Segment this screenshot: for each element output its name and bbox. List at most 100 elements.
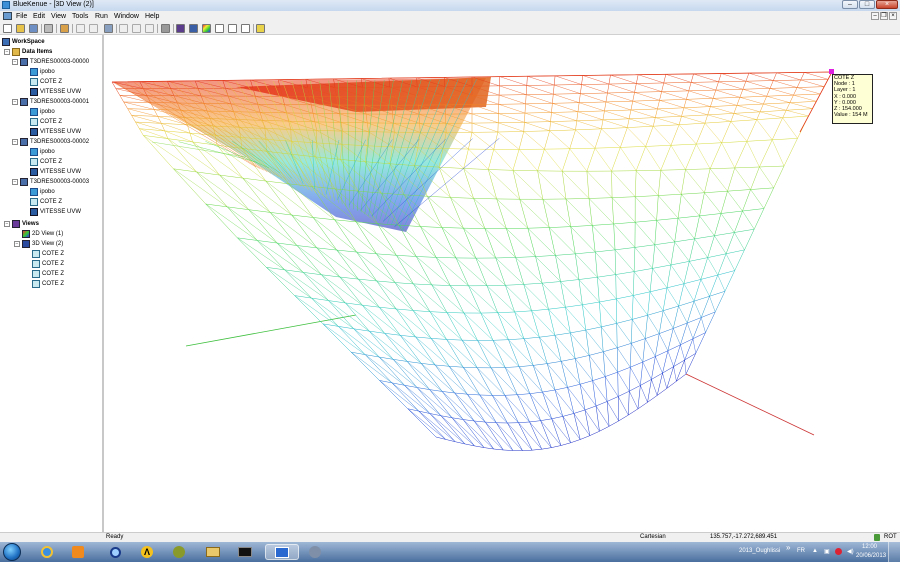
mesh-edge bbox=[533, 365, 542, 392]
show-desktop-button[interactable] bbox=[888, 542, 900, 562]
view-layer[interactable]: COTE Z bbox=[32, 249, 64, 258]
save-icon[interactable] bbox=[29, 24, 38, 33]
minimize-button[interactable]: – bbox=[842, 0, 858, 9]
data-item[interactable]: COTE Z bbox=[30, 77, 62, 86]
mesh-canvas[interactable] bbox=[106, 37, 900, 532]
view-2d-icon[interactable] bbox=[176, 24, 185, 33]
mesh-edge bbox=[494, 132, 498, 149]
document-icon[interactable] bbox=[3, 12, 12, 20]
mdi-close-button[interactable]: × bbox=[889, 12, 897, 20]
edit-tool-icon[interactable] bbox=[89, 24, 98, 33]
start-button[interactable] bbox=[3, 543, 21, 561]
help-icon[interactable] bbox=[256, 24, 265, 33]
polygon-select-icon[interactable] bbox=[145, 24, 154, 33]
data-item[interactable]: ipobo bbox=[30, 107, 55, 116]
print-icon[interactable] bbox=[44, 24, 53, 33]
taskbar-ie-button[interactable] bbox=[33, 544, 61, 560]
taskbar-explorer-button[interactable] bbox=[199, 544, 227, 560]
profile-view-icon[interactable] bbox=[228, 24, 237, 33]
collapse-icon[interactable]: − bbox=[12, 179, 18, 185]
view-3d-icon[interactable] bbox=[189, 24, 198, 33]
collapse-icon[interactable]: − bbox=[12, 99, 18, 105]
collapse-icon[interactable]: − bbox=[4, 221, 10, 227]
import-icon[interactable] bbox=[60, 24, 69, 33]
dataset-node[interactable]: −T3DRES00003-00003 bbox=[12, 177, 89, 186]
mesh-edge bbox=[797, 88, 820, 94]
data-item[interactable]: VITESSE UVW bbox=[30, 87, 81, 96]
mesh-edge bbox=[340, 277, 358, 279]
new-file-icon[interactable] bbox=[3, 24, 12, 33]
data-item[interactable]: ipobo bbox=[30, 147, 55, 156]
volume-icon[interactable]: ◀) bbox=[847, 548, 854, 568]
taskbar-app-b-button[interactable] bbox=[165, 544, 193, 560]
taskbar-window-label[interactable]: 2013_Oughlissi bbox=[739, 548, 780, 568]
taskbar-cmd-button[interactable] bbox=[231, 544, 259, 560]
grid-icon[interactable] bbox=[161, 24, 170, 33]
data-items-node[interactable]: − Data Items bbox=[4, 47, 52, 56]
close-button[interactable]: × bbox=[876, 0, 898, 9]
menu-run[interactable]: Run bbox=[95, 12, 108, 21]
data-item[interactable]: VITESSE UVW bbox=[30, 167, 81, 176]
data-item[interactable]: VITESSE UVW bbox=[30, 207, 81, 216]
data-item[interactable]: COTE Z bbox=[30, 157, 62, 166]
mesh-edge bbox=[770, 88, 797, 89]
clock-date[interactable]: 20/06/2013 bbox=[856, 553, 886, 573]
taskbar-media-button[interactable] bbox=[64, 544, 92, 560]
data-item[interactable]: VITESSE UVW bbox=[30, 127, 81, 136]
network-icon[interactable]: ▣ bbox=[824, 548, 830, 568]
collapse-icon[interactable]: − bbox=[4, 49, 10, 55]
time-series-icon[interactable] bbox=[241, 24, 250, 33]
taskbar-app-a-button[interactable]: Λ bbox=[133, 544, 161, 560]
node-select-icon[interactable] bbox=[119, 24, 128, 33]
data-item[interactable]: COTE Z bbox=[30, 117, 62, 126]
mesh-edge bbox=[650, 268, 652, 291]
taskbar-search-button[interactable] bbox=[101, 544, 129, 560]
dataset-node[interactable]: −T3DRES00003-00001 bbox=[12, 97, 89, 106]
view-layer[interactable]: COTE Z bbox=[32, 279, 64, 288]
table-view-icon[interactable] bbox=[215, 24, 224, 33]
collapse-icon[interactable]: − bbox=[12, 139, 18, 145]
view-layer[interactable]: COTE Z bbox=[32, 269, 64, 278]
menu-file[interactable]: File bbox=[16, 12, 27, 21]
dataset-node[interactable]: −T3DRES00003-00000 bbox=[12, 57, 89, 66]
mesh-edge bbox=[601, 129, 620, 148]
views-node[interactable]: −Views bbox=[4, 219, 39, 228]
view-node[interactable]: 2D View (1) bbox=[22, 229, 63, 238]
view-node[interactable]: −3D View (2) bbox=[14, 239, 63, 248]
menu-help[interactable]: Help bbox=[145, 12, 159, 21]
workspace-root[interactable]: WorkSpace bbox=[2, 37, 45, 46]
mesh-edge bbox=[533, 364, 547, 366]
data-item[interactable]: ipobo bbox=[30, 187, 55, 196]
language-indicator[interactable]: FR bbox=[797, 548, 805, 568]
data-item[interactable]: ipobo bbox=[30, 67, 55, 76]
mesh-edge bbox=[612, 147, 621, 171]
data-item[interactable]: COTE Z bbox=[30, 197, 62, 206]
alert-icon[interactable] bbox=[835, 548, 842, 555]
mesh-edge bbox=[708, 113, 734, 114]
mdi-restore-button[interactable]: ❐ bbox=[880, 12, 888, 20]
collapse-icon[interactable]: − bbox=[14, 241, 20, 247]
mdi-minimize-button[interactable]: – bbox=[871, 12, 879, 20]
colour-map-icon[interactable] bbox=[202, 24, 211, 33]
3d-view[interactable] bbox=[106, 37, 900, 532]
pointer-icon[interactable] bbox=[104, 24, 113, 33]
menu-tools[interactable]: Tools bbox=[72, 12, 88, 21]
menu-bar: File Edit View Tools Run Window Help – ❐… bbox=[0, 11, 900, 22]
menu-window[interactable]: Window bbox=[114, 12, 139, 21]
taskbar-app-c-button[interactable] bbox=[301, 544, 329, 560]
mesh-edge bbox=[549, 227, 570, 228]
line-tool-icon[interactable] bbox=[76, 24, 85, 33]
tray-arrow-icon[interactable]: ▲ bbox=[812, 548, 818, 568]
collapse-icon[interactable]: − bbox=[12, 59, 18, 65]
chevron-right-icon[interactable]: » bbox=[786, 543, 790, 563]
dataset-node[interactable]: −T3DRES00003-00002 bbox=[12, 137, 89, 146]
element-select-icon[interactable] bbox=[132, 24, 141, 33]
open-folder-icon[interactable] bbox=[16, 24, 25, 33]
mesh-edge bbox=[599, 302, 616, 323]
maximize-button[interactable]: □ bbox=[859, 0, 875, 9]
menu-view[interactable]: View bbox=[51, 12, 66, 21]
taskbar-bluekenue-button[interactable] bbox=[265, 544, 299, 560]
mesh-edge bbox=[735, 167, 760, 168]
menu-edit[interactable]: Edit bbox=[33, 12, 45, 21]
view-layer[interactable]: COTE Z bbox=[32, 259, 64, 268]
